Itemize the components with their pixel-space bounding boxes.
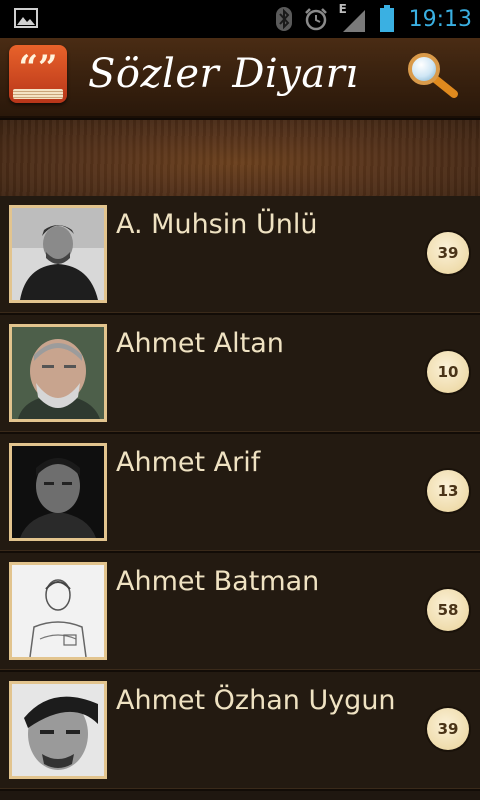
list-item[interactable]: A. Muhsin Ünlü 39 — [0, 196, 480, 315]
quote-glyph: “” — [18, 48, 58, 88]
quote-count-badge: 39 — [427, 708, 469, 750]
battery-icon — [379, 5, 394, 32]
author-photo — [9, 681, 107, 779]
app-logo-icon[interactable]: “” — [9, 45, 67, 103]
list-item[interactable]: Ahmet Özhan Uygun 39 — [0, 672, 480, 791]
status-icons: E 19:13 — [275, 0, 472, 38]
quote-count-badge: 10 — [427, 351, 469, 393]
bluetooth-icon — [275, 7, 292, 31]
book-pages — [13, 89, 63, 99]
header-banner — [0, 118, 480, 198]
edge-signal-icon: E — [339, 2, 369, 32]
app-title: Sözler Diyarı — [88, 51, 359, 97]
author-photo — [9, 324, 107, 422]
search-icon[interactable] — [404, 50, 460, 102]
quote-count-badge: 58 — [427, 589, 469, 631]
clock-time: 19:13 — [408, 6, 472, 32]
list-item[interactable]: Ahmet Altan 10 — [0, 315, 480, 434]
action-bar: “” Sözler Diyarı — [0, 38, 480, 118]
author-name: Ahmet Özhan Uygun — [116, 685, 396, 716]
status-bar: E 19:13 — [0, 0, 480, 38]
author-photo — [9, 443, 107, 541]
author-name: Ahmet Arif — [116, 447, 261, 478]
alarm-icon — [304, 8, 327, 31]
author-photo — [9, 562, 107, 660]
list-item[interactable]: Ahmet Arif 13 — [0, 434, 480, 553]
author-name: A. Muhsin Ünlü — [116, 209, 318, 240]
author-name: Ahmet Batman — [116, 566, 320, 597]
author-list[interactable]: A. Muhsin Ünlü 39 Ahmet Altan 10 Ahmet A… — [0, 196, 480, 791]
screen: E 19:13 “” Sözler Diyarı A. Muhsin Ünlü … — [0, 0, 480, 800]
list-item[interactable]: Ahmet Batman 58 — [0, 553, 480, 672]
quote-count-badge: 39 — [427, 232, 469, 274]
author-photo — [9, 205, 107, 303]
quote-count-badge: 13 — [427, 470, 469, 512]
author-name: Ahmet Altan — [116, 328, 284, 359]
image-icon — [14, 8, 38, 28]
